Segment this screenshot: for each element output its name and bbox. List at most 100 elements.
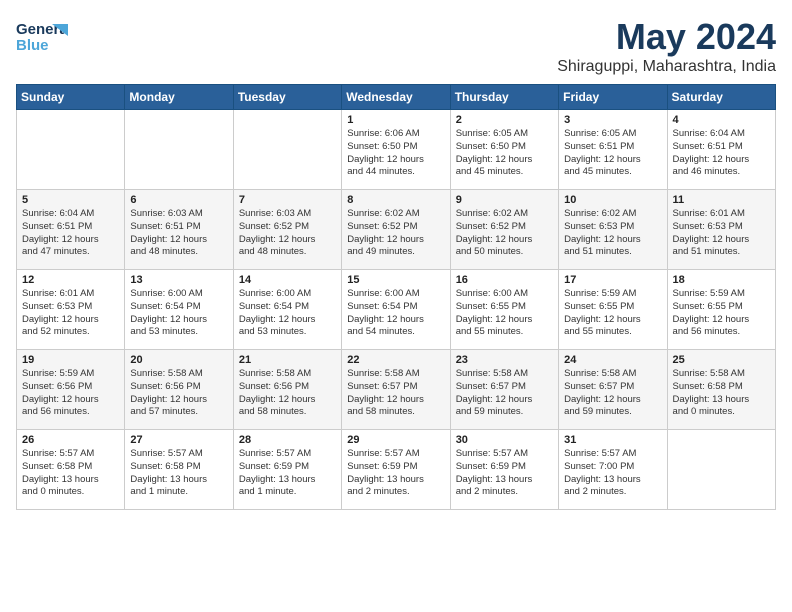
- cell-content: Sunrise: 6:06 AM Sunset: 6:50 PM Dayligh…: [347, 128, 444, 179]
- day-number: 31: [564, 434, 661, 446]
- day-number: 22: [347, 354, 444, 366]
- day-number: 24: [564, 354, 661, 366]
- cell-content: Sunrise: 6:01 AM Sunset: 6:53 PM Dayligh…: [22, 288, 119, 339]
- calendar-cell: 28 Sunrise: 5:57 AM Sunset: 6:59 PM Dayli…: [233, 430, 341, 510]
- calendar-cell: [17, 110, 125, 190]
- day-number: 1: [347, 114, 444, 126]
- cell-content: Sunrise: 5:59 AM Sunset: 6:56 PM Dayligh…: [22, 368, 119, 419]
- cell-content: Sunrise: 6:00 AM Sunset: 6:55 PM Dayligh…: [456, 288, 553, 339]
- cell-content: Sunrise: 6:03 AM Sunset: 6:51 PM Dayligh…: [130, 208, 227, 259]
- day-number: 11: [673, 194, 770, 206]
- cell-content: Sunrise: 5:58 AM Sunset: 6:57 PM Dayligh…: [347, 368, 444, 419]
- cell-content: Sunrise: 6:04 AM Sunset: 6:51 PM Dayligh…: [22, 208, 119, 259]
- calendar-cell: [125, 110, 233, 190]
- day-number: 29: [347, 434, 444, 446]
- subtitle: Shiraguppi, Maharashtra, India: [557, 58, 776, 76]
- day-number: 15: [347, 274, 444, 286]
- day-number: 4: [673, 114, 770, 126]
- cell-content: Sunrise: 5:58 AM Sunset: 6:57 PM Dayligh…: [456, 368, 553, 419]
- cell-content: Sunrise: 5:57 AM Sunset: 6:59 PM Dayligh…: [239, 448, 336, 499]
- day-number: 10: [564, 194, 661, 206]
- calendar-cell: 24 Sunrise: 5:58 AM Sunset: 6:57 PM Dayli…: [559, 350, 667, 430]
- calendar-cell: 29Sunrise: 5:57 AM Sunset: 6:59 PM Dayli…: [342, 430, 450, 510]
- calendar-cell: 13Sunrise: 6:00 AM Sunset: 6:54 PM Dayli…: [125, 270, 233, 350]
- cell-content: Sunrise: 5:57 AM Sunset: 7:00 PM Dayligh…: [564, 448, 661, 499]
- day-number: 8: [347, 194, 444, 206]
- cell-content: Sunrise: 6:02 AM Sunset: 6:52 PM Dayligh…: [456, 208, 553, 259]
- cell-content: Sunrise: 5:57 AM Sunset: 6:58 PM Dayligh…: [130, 448, 227, 499]
- calendar-cell: 20 Sunrise: 5:58 AM Sunset: 6:56 PM Dayli…: [125, 350, 233, 430]
- day-number: 14: [239, 274, 336, 286]
- cell-content: Sunrise: 5:58 AM Sunset: 6:56 PM Dayligh…: [239, 368, 336, 419]
- calendar-cell: [233, 110, 341, 190]
- day-number: 6: [130, 194, 227, 206]
- day-number: 30: [456, 434, 553, 446]
- day-number: 12: [22, 274, 119, 286]
- calendar-cell: 26Sunrise: 5:57 AM Sunset: 6:58 PM Dayli…: [17, 430, 125, 510]
- cell-content: Sunrise: 6:05 AM Sunset: 6:50 PM Dayligh…: [456, 128, 553, 179]
- day-number: 3: [564, 114, 661, 126]
- calendar-cell: 15 Sunrise: 6:00 AM Sunset: 6:54 PM Dayli…: [342, 270, 450, 350]
- day-number: 9: [456, 194, 553, 206]
- title-area: May 2024 Shiraguppi, Maharashtra, India: [557, 16, 776, 76]
- cell-content: Sunrise: 5:57 AM Sunset: 6:59 PM Dayligh…: [456, 448, 553, 499]
- cell-content: Sunrise: 6:02 AM Sunset: 6:53 PM Dayligh…: [564, 208, 661, 259]
- calendar-cell: 9 Sunrise: 6:02 AM Sunset: 6:52 PM Daylig…: [450, 190, 558, 270]
- cell-content: Sunrise: 6:01 AM Sunset: 6:53 PM Dayligh…: [673, 208, 770, 259]
- day-of-week-header: Wednesday: [342, 85, 450, 110]
- calendar-cell: 10 Sunrise: 6:02 AM Sunset: 6:53 PM Dayli…: [559, 190, 667, 270]
- calendar-cell: 5 Sunrise: 6:04 AM Sunset: 6:51 PM Daylig…: [17, 190, 125, 270]
- calendar-cell: 8 Sunrise: 6:02 AM Sunset: 6:52 PM Daylig…: [342, 190, 450, 270]
- cell-content: Sunrise: 5:59 AM Sunset: 6:55 PM Dayligh…: [673, 288, 770, 339]
- cell-content: Sunrise: 5:58 AM Sunset: 6:58 PM Dayligh…: [673, 368, 770, 419]
- calendar-cell: 18 Sunrise: 5:59 AM Sunset: 6:55 PM Dayli…: [667, 270, 775, 350]
- main-title: May 2024: [557, 16, 776, 58]
- day-of-week-header: Saturday: [667, 85, 775, 110]
- day-of-week-header: Tuesday: [233, 85, 341, 110]
- day-of-week-header: Thursday: [450, 85, 558, 110]
- cell-content: Sunrise: 6:02 AM Sunset: 6:52 PM Dayligh…: [347, 208, 444, 259]
- cell-content: Sunrise: 5:58 AM Sunset: 6:57 PM Dayligh…: [564, 368, 661, 419]
- day-number: 21: [239, 354, 336, 366]
- header: General Blue May 2024 Shiraguppi, Mahara…: [16, 16, 776, 76]
- calendar-cell: 3 Sunrise: 6:05 AM Sunset: 6:51 PM Daylig…: [559, 110, 667, 190]
- day-number: 13: [130, 274, 227, 286]
- day-number: 23: [456, 354, 553, 366]
- cell-content: Sunrise: 6:00 AM Sunset: 6:54 PM Dayligh…: [347, 288, 444, 339]
- cell-content: Sunrise: 5:59 AM Sunset: 6:55 PM Dayligh…: [564, 288, 661, 339]
- calendar-cell: 1 Sunrise: 6:06 AM Sunset: 6:50 PM Daylig…: [342, 110, 450, 190]
- day-number: 20: [130, 354, 227, 366]
- calendar-table: SundayMondayTuesdayWednesdayThursdayFrid…: [16, 84, 776, 510]
- day-number: 27: [130, 434, 227, 446]
- day-of-week-header: Monday: [125, 85, 233, 110]
- calendar-cell: 21 Sunrise: 5:58 AM Sunset: 6:56 PM Dayli…: [233, 350, 341, 430]
- day-number: 17: [564, 274, 661, 286]
- day-number: 5: [22, 194, 119, 206]
- svg-text:Blue: Blue: [16, 37, 49, 54]
- calendar-cell: 25 Sunrise: 5:58 AM Sunset: 6:58 PM Dayli…: [667, 350, 775, 430]
- day-number: 7: [239, 194, 336, 206]
- day-number: 28: [239, 434, 336, 446]
- cell-content: Sunrise: 6:03 AM Sunset: 6:52 PM Dayligh…: [239, 208, 336, 259]
- cell-content: Sunrise: 5:57 AM Sunset: 6:58 PM Dayligh…: [22, 448, 119, 499]
- calendar-cell: [667, 430, 775, 510]
- calendar-cell: 22 Sunrise: 5:58 AM Sunset: 6:57 PM Dayli…: [342, 350, 450, 430]
- cell-content: Sunrise: 5:58 AM Sunset: 6:56 PM Dayligh…: [130, 368, 227, 419]
- day-of-week-header: Friday: [559, 85, 667, 110]
- cell-content: Sunrise: 6:00 AM Sunset: 6:54 PM Dayligh…: [239, 288, 336, 339]
- calendar-cell: 31 Sunrise: 5:57 AM Sunset: 7:00 PM Dayli…: [559, 430, 667, 510]
- day-of-week-header: Sunday: [17, 85, 125, 110]
- day-number: 25: [673, 354, 770, 366]
- day-number: 2: [456, 114, 553, 126]
- calendar-cell: 6 Sunrise: 6:03 AM Sunset: 6:51 PM Daylig…: [125, 190, 233, 270]
- calendar-cell: 16 Sunrise: 6:00 AM Sunset: 6:55 PM Dayli…: [450, 270, 558, 350]
- logo: General Blue: [16, 16, 68, 58]
- day-number: 16: [456, 274, 553, 286]
- cell-content: Sunrise: 6:05 AM Sunset: 6:51 PM Dayligh…: [564, 128, 661, 179]
- calendar-cell: 19Sunrise: 5:59 AM Sunset: 6:56 PM Dayli…: [17, 350, 125, 430]
- calendar-cell: 27 Sunrise: 5:57 AM Sunset: 6:58 PM Dayli…: [125, 430, 233, 510]
- day-number: 18: [673, 274, 770, 286]
- calendar-cell: 30 Sunrise: 5:57 AM Sunset: 6:59 PM Dayli…: [450, 430, 558, 510]
- calendar-cell: 17 Sunrise: 5:59 AM Sunset: 6:55 PM Dayli…: [559, 270, 667, 350]
- calendar-cell: 11 Sunrise: 6:01 AM Sunset: 6:53 PM Dayli…: [667, 190, 775, 270]
